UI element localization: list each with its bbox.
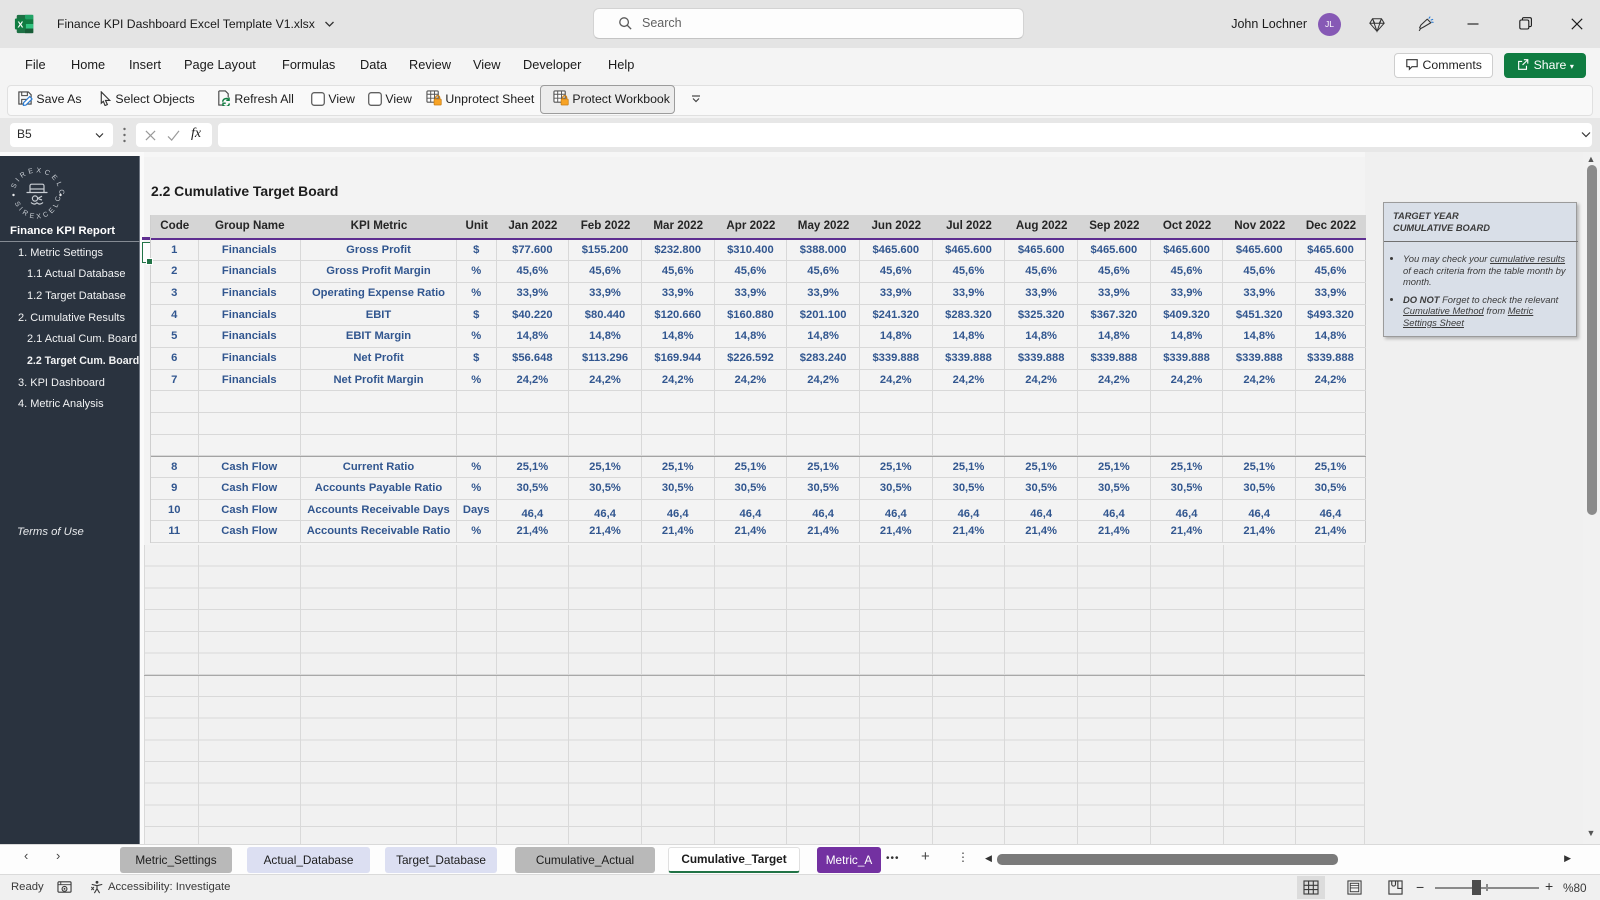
svg-text:X: X: [18, 19, 24, 29]
